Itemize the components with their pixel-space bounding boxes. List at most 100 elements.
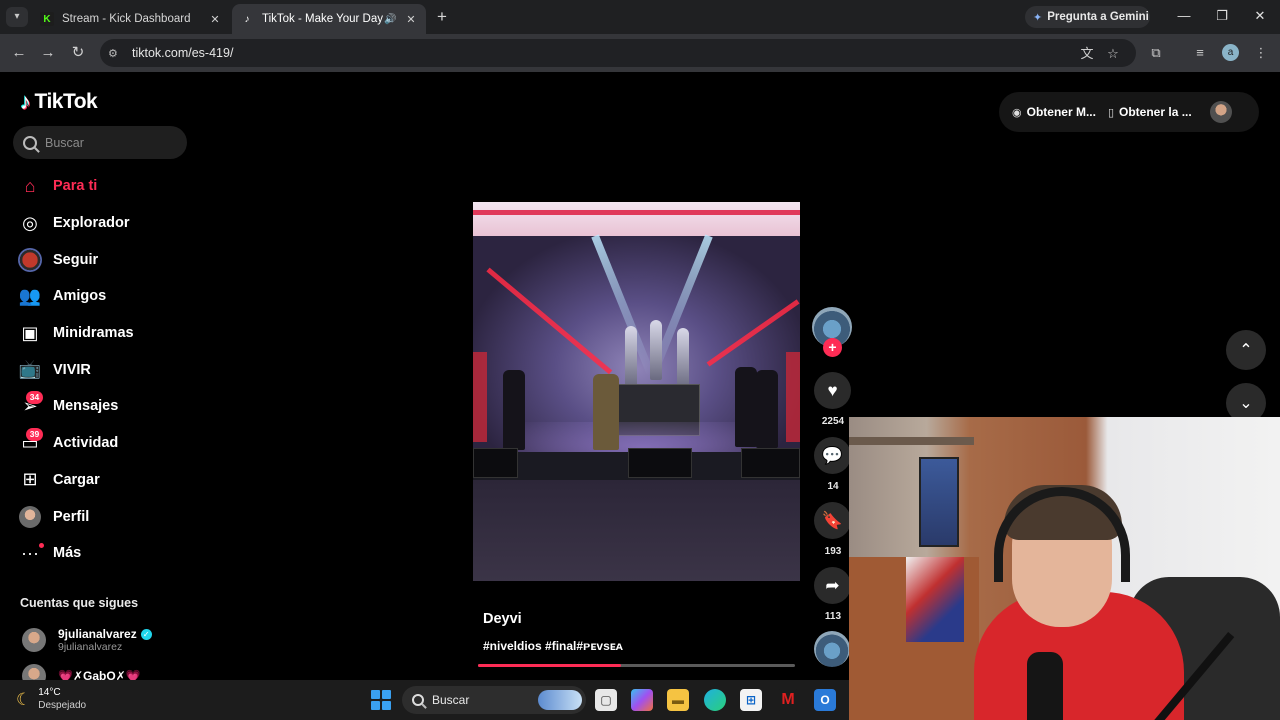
sidebar-item-label: Mensajes — [53, 398, 119, 415]
task-view-icon[interactable]: ▢ — [595, 689, 617, 711]
taskbar-search-input[interactable]: Buscar — [402, 686, 586, 714]
search-icon — [23, 135, 37, 150]
activity-icon: ▭ 39 — [18, 428, 43, 455]
performer — [593, 374, 619, 450]
sidebar-item-cargar[interactable]: ⊞ Cargar — [18, 462, 218, 499]
upload-icon: ⊞ — [22, 469, 38, 490]
windows-start-icon[interactable] — [371, 690, 391, 710]
trophy — [677, 328, 689, 388]
gemini-button[interactable]: ✦ Pregunta a Gemini — [1025, 6, 1150, 28]
friends-icon: 👥 — [18, 285, 42, 306]
video-hashtags[interactable]: #niveldios #final#ᴘᴇᴠsᴇᴀ — [483, 639, 623, 653]
forward-arrow-icon[interactable]: → — [38, 43, 58, 63]
profile-avatar[interactable]: a — [1222, 44, 1239, 61]
tab-kick-dashboard[interactable]: K Stream - Kick Dashboard ✕ — [32, 4, 230, 34]
stage-speaker — [473, 448, 518, 478]
video-author[interactable]: Deyvi — [483, 611, 522, 627]
search-placeholder: Buscar — [45, 135, 84, 150]
more-icon: ··· — [18, 541, 44, 565]
stage-speaker — [741, 448, 800, 478]
bookmark-star-icon[interactable]: ☆ — [1104, 45, 1122, 63]
search-input[interactable]: Buscar — [13, 126, 187, 159]
tiktok-logo[interactable]: ♪ TikTok — [20, 89, 98, 115]
mcafee-icon[interactable]: M — [777, 689, 799, 711]
follow-plus-icon[interactable]: + — [823, 338, 842, 357]
edge-icon[interactable] — [704, 689, 726, 711]
copilot-icon[interactable] — [631, 689, 653, 711]
outlook-icon[interactable]: O — [814, 689, 836, 711]
performer — [735, 367, 757, 447]
browser-toolbar: ← → ↻ ⚙ tiktok.com/es-419/ 文 ☆ ⧉ ≡ a ⋮ — [0, 34, 1280, 72]
new-tab-button[interactable]: + — [432, 7, 452, 27]
video-player[interactable] — [473, 202, 800, 581]
site-info-icon[interactable]: ⚙ — [108, 47, 124, 60]
taskbar-search-placeholder: Buscar — [432, 693, 470, 707]
sidebar-item-minidramas[interactable]: ▣ Minidramas — [18, 315, 218, 352]
webcam-overlay — [849, 417, 1280, 720]
compass-icon: ◎ — [22, 212, 38, 233]
get-coins-label: Obtener M... — [1026, 105, 1096, 119]
save-button[interactable]: 🔖 — [814, 502, 851, 539]
music-disc-avatar[interactable] — [814, 631, 850, 667]
tiktok-note-icon: ♪ — [20, 89, 31, 114]
sidebar-item-vivir[interactable]: 📺 VIVIR — [18, 351, 218, 388]
media-controls-icon[interactable]: ≡ — [1190, 43, 1210, 63]
sidebar-nav: ⌂ Para ti ◎ Explorador Seguir 👥 Amigos ▣… — [18, 168, 218, 572]
sidebar-item-label: Explorador — [53, 215, 130, 232]
window-close-icon[interactable]: ✕ — [1245, 6, 1275, 26]
sidebar-item-seguir[interactable]: Seguir — [18, 241, 218, 278]
get-app-button[interactable]: ▯ Obtener la ... — [1108, 105, 1192, 119]
microphone — [1027, 652, 1063, 720]
store-icon[interactable]: ⊞ — [740, 689, 762, 711]
reload-icon[interactable]: ↻ — [68, 43, 88, 63]
weather-temperature: 14°C — [38, 687, 61, 698]
back-arrow-icon[interactable]: ← — [9, 43, 29, 63]
tab-close-icon[interactable]: ✕ — [404, 13, 418, 26]
minimize-icon[interactable]: — — [1169, 6, 1199, 26]
browser-menu-icon[interactable]: ⋮ — [1251, 43, 1271, 63]
share-count: 113 — [824, 611, 842, 622]
speaker-icon[interactable]: 🔊 — [384, 14, 400, 25]
sidebar-item-label: Para ti — [53, 178, 98, 195]
tab-title: TikTok - Make Your Day — [262, 13, 384, 25]
performer — [756, 370, 778, 448]
sidebar-item-amigos[interactable]: 👥 Amigos — [18, 278, 218, 315]
tab-search-button[interactable]: ▾ — [6, 7, 28, 27]
extensions-icon[interactable]: ⧉ — [1146, 43, 1166, 63]
sidebar-item-perfil[interactable]: Perfil — [18, 498, 218, 535]
sidebar-item-explorador[interactable]: ◎ Explorador — [18, 205, 218, 242]
browser-tab-strip: ▾ K Stream - Kick Dashboard ✕ ♪ TikTok -… — [0, 0, 1280, 34]
account-handle: 9julianalvarez — [58, 641, 123, 653]
side-screen — [786, 352, 800, 442]
following-account[interactable]: 9julianalvarez ✓ 9julianalvarez — [22, 627, 152, 653]
video-progress-bar[interactable] — [478, 664, 795, 667]
share-button[interactable]: ➦ — [814, 567, 851, 604]
sidebar-item-label: Cargar — [53, 471, 100, 488]
weather-description: Despejado — [38, 700, 87, 711]
trophy — [625, 326, 637, 386]
following-avatar-icon — [18, 247, 42, 272]
sidebar-item-label: Actividad — [53, 435, 119, 452]
previous-video-button[interactable]: ⌃ — [1226, 330, 1266, 370]
activity-badge: 39 — [26, 428, 43, 442]
bookmark-icon: 🔖 — [821, 510, 844, 530]
comment-button[interactable]: 💬 — [814, 437, 851, 474]
trophy — [650, 320, 662, 380]
file-explorer-icon[interactable]: ▬ — [667, 689, 689, 711]
sidebar-item-actividad[interactable]: ▭ 39 Actividad — [18, 425, 218, 462]
tab-close-icon[interactable]: ✕ — [208, 13, 222, 26]
sidebar-item-para-ti[interactable]: ⌂ Para ti — [18, 168, 218, 205]
address-bar[interactable]: ⚙ tiktok.com/es-419/ 文 ☆ — [100, 39, 1136, 67]
user-avatar[interactable] — [1209, 101, 1232, 123]
tab-tiktok[interactable]: ♪ TikTok - Make Your Day 🔊 ✕ — [232, 4, 426, 34]
weather-widget[interactable]: ☾ 14°C Despejado — [16, 687, 86, 712]
sidebar-item-mas[interactable]: ··· Más — [18, 535, 218, 572]
messages-badge: 34 — [26, 391, 43, 405]
side-screen — [473, 352, 487, 442]
like-button[interactable]: ♥ — [814, 372, 851, 409]
sidebar-item-mensajes[interactable]: ➢ 34 Mensajes — [18, 388, 218, 425]
maximize-icon[interactable]: ❐ — [1207, 6, 1237, 26]
comment-icon: 💬 — [821, 445, 844, 465]
get-coins-button[interactable]: ◉ Obtener M... — [1012, 105, 1096, 119]
translate-icon[interactable]: 文 — [1078, 45, 1096, 63]
